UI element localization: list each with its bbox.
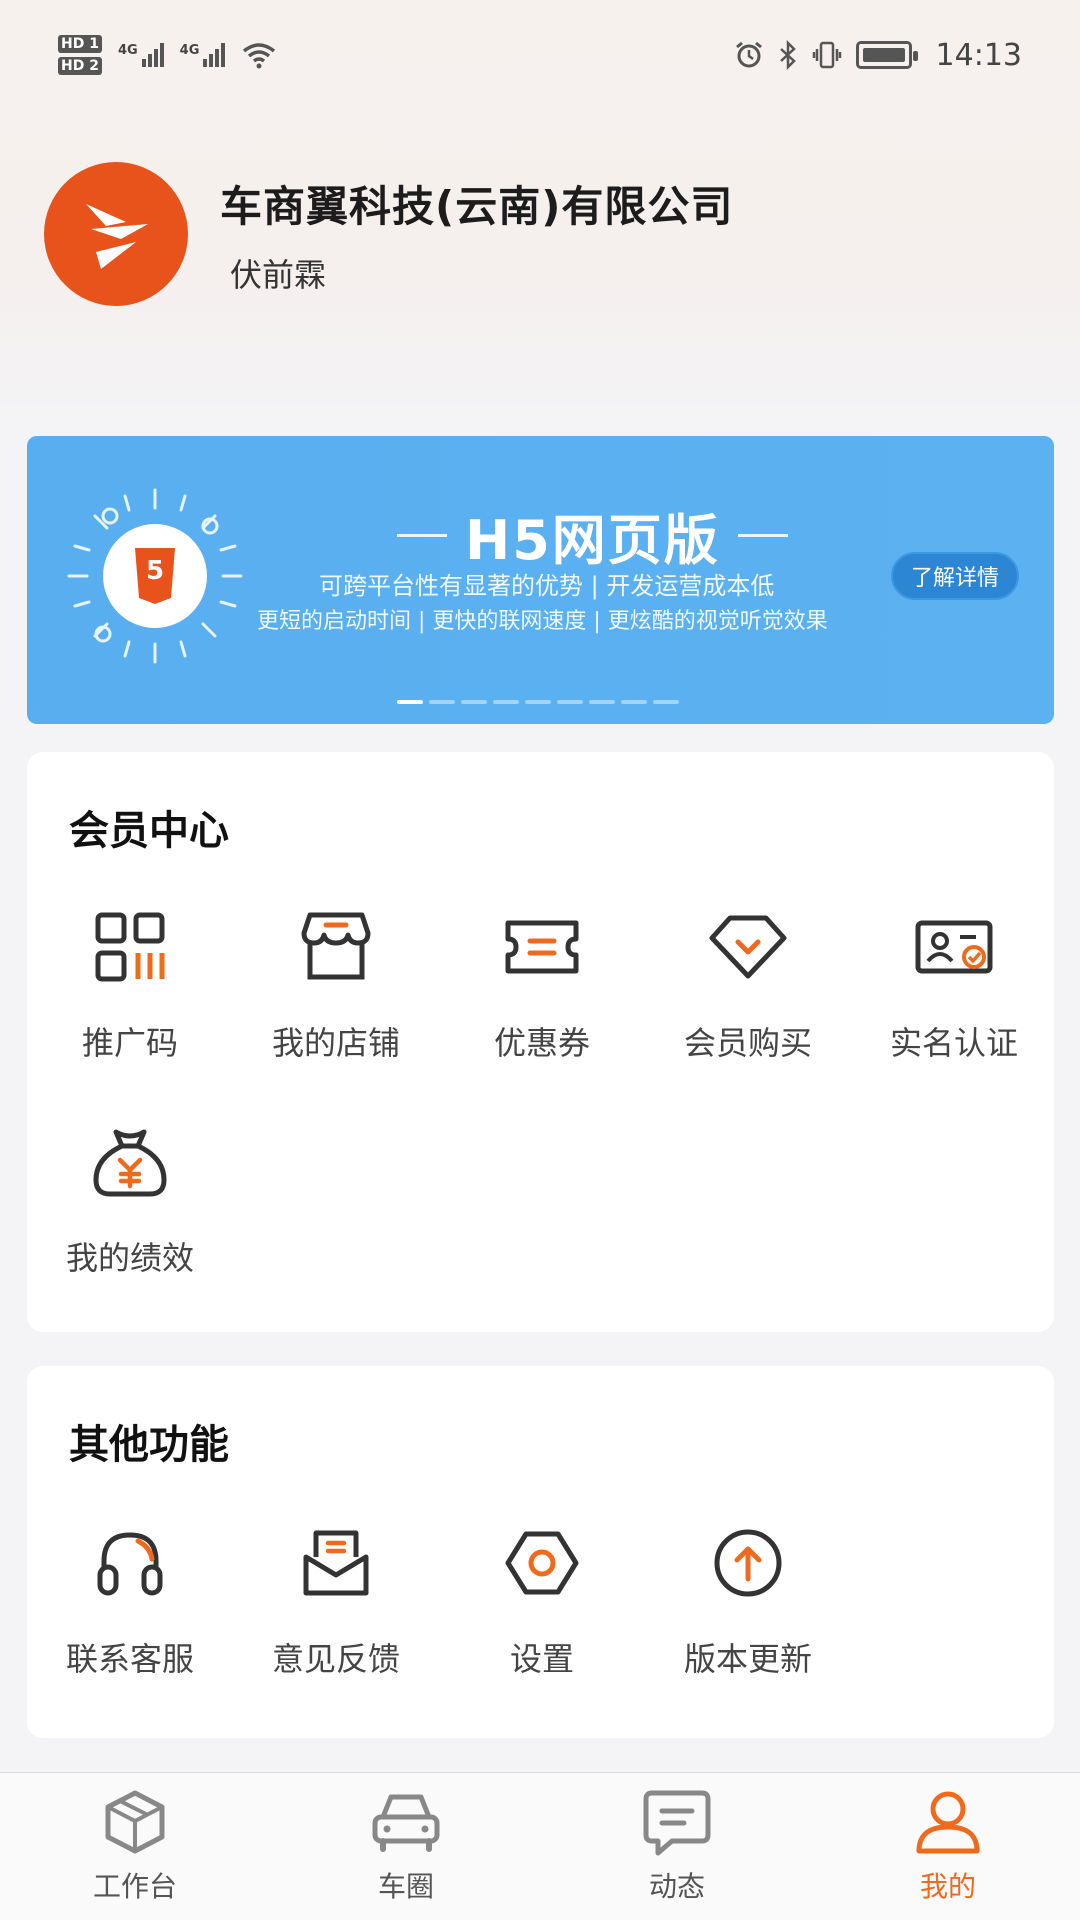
nav-mine-label: 我的	[919, 1870, 976, 1903]
nav-car-circle[interactable]: 车圈	[306, 1787, 506, 1905]
member-center-title: 会员中心	[69, 808, 229, 854]
nav-car-circle-label: 车圈	[377, 1870, 434, 1903]
carousel-dot[interactable]	[589, 700, 615, 704]
nav-mine[interactable]: 我的	[848, 1787, 1048, 1905]
profile-header[interactable]: 车商翼科技(云南)有限公司 伏前霖	[44, 162, 733, 306]
user-icon	[916, 1791, 980, 1854]
html5-badge: 5	[146, 556, 165, 586]
message-icon	[643, 1790, 711, 1856]
my-shop-item[interactable]: 我的店铺	[233, 902, 439, 1064]
id-card-icon	[915, 920, 993, 974]
carousel-dot[interactable]	[461, 700, 487, 704]
status-bar: HD 1 HD 2 4G 4G 14:13	[0, 0, 1080, 110]
wifi-icon	[243, 43, 276, 69]
sim1-label: HD 1	[58, 35, 102, 53]
version-update-item[interactable]: 版本更新	[645, 1518, 851, 1680]
banner-title-row: H5网页版	[397, 496, 788, 575]
workbench-icon	[105, 1790, 165, 1854]
banner-subtitle-2: 更短的启动时间 | 更快的联网速度 | 更炫酷的视觉听觉效果	[257, 609, 828, 634]
other-functions-card: 其他功能 联系客服 意见反馈 设置 版本更新	[27, 1366, 1054, 1738]
alarm-icon	[735, 41, 762, 68]
buy-membership-label: 会员购买	[683, 1024, 812, 1062]
settings-label: 设置	[509, 1640, 574, 1678]
carousel-dot[interactable]	[621, 700, 647, 704]
network-2-label: 4G	[179, 43, 200, 58]
bluetooth-icon	[779, 40, 796, 70]
money-bag-icon	[93, 1129, 167, 1197]
wing-logo-icon	[86, 204, 148, 269]
coupon-label: 优惠券	[493, 1024, 590, 1062]
vibrate-icon	[812, 41, 841, 69]
buy-membership-item[interactable]: 会员购买	[645, 902, 851, 1064]
signal-2-icon: 4G	[180, 43, 226, 67]
company-logo	[44, 162, 188, 306]
company-name: 车商翼科技(云南)有限公司	[220, 181, 734, 231]
qr-code-icon	[95, 912, 165, 982]
other-functions-title: 其他功能	[69, 1422, 229, 1468]
carousel-dot[interactable]	[653, 700, 679, 704]
version-update-label: 版本更新	[683, 1640, 812, 1678]
coupon-icon	[505, 920, 579, 974]
carousel-dot[interactable]	[429, 700, 455, 704]
clock: 14:13	[935, 37, 1022, 73]
nav-news[interactable]: 动态	[577, 1787, 777, 1905]
promo-code-label: 推广码	[81, 1024, 178, 1062]
feedback-item[interactable]: 意见反馈	[233, 1518, 439, 1680]
promo-code-item[interactable]: 推广码	[27, 902, 233, 1064]
carousel-dot[interactable]	[397, 700, 423, 704]
settings-item[interactable]: 设置	[439, 1518, 645, 1680]
real-name-auth-label: 实名认证	[889, 1024, 1018, 1062]
feedback-icon	[303, 1530, 369, 1596]
customer-service-item[interactable]: 联系客服	[27, 1518, 233, 1680]
network-1-label: 4G	[117, 43, 138, 58]
battery-icon	[855, 41, 918, 69]
nav-workbench[interactable]: 工作台	[35, 1787, 235, 1905]
carousel-dot[interactable]	[525, 700, 551, 704]
nav-news-label: 动态	[648, 1870, 705, 1903]
sim-indicators: HD 1 HD 2	[58, 35, 102, 75]
banner-subtitle-1: 可跨平台性有显著的优势 | 开发运营成本低	[319, 572, 775, 600]
banner-title: H5网页版	[465, 509, 720, 572]
shop-icon	[301, 912, 371, 980]
update-icon	[714, 1529, 782, 1597]
carousel-dot[interactable]	[493, 700, 519, 704]
sim2-label: HD 2	[58, 57, 102, 75]
feedback-label: 意见反馈	[271, 1640, 400, 1678]
signal-1-icon: 4G	[118, 43, 164, 67]
my-shop-label: 我的店铺	[271, 1024, 400, 1062]
member-center-card: 会员中心 推广码 我的店铺 优惠券 会员购买 实名认证 我的绩效	[27, 752, 1054, 1332]
nav-workbench-label: 工作台	[92, 1870, 177, 1903]
customer-service-label: 联系客服	[65, 1640, 194, 1678]
car-icon	[372, 1794, 440, 1852]
learn-more-button[interactable]: 了解详情	[891, 552, 1019, 600]
h5-banner[interactable]: 5 H5网页版 可跨平台性有显著的优势 | 开发运营成本低 更短的启动时间 | …	[27, 436, 1054, 724]
coupon-item[interactable]: 优惠券	[439, 902, 645, 1064]
my-performance-item[interactable]: 我的绩效	[27, 1117, 233, 1279]
user-name: 伏前霖	[230, 255, 327, 294]
carousel-dot[interactable]	[557, 700, 583, 704]
headset-icon	[97, 1532, 163, 1596]
settings-icon	[505, 1531, 579, 1595]
bottom-nav: 工作台 车圈 动态 我的	[0, 1772, 1080, 1920]
carousel-indicator[interactable]	[397, 700, 679, 704]
real-name-auth-item[interactable]: 实名认证	[851, 902, 1057, 1064]
diamond-icon	[709, 915, 787, 979]
my-performance-label: 我的绩效	[65, 1239, 194, 1277]
